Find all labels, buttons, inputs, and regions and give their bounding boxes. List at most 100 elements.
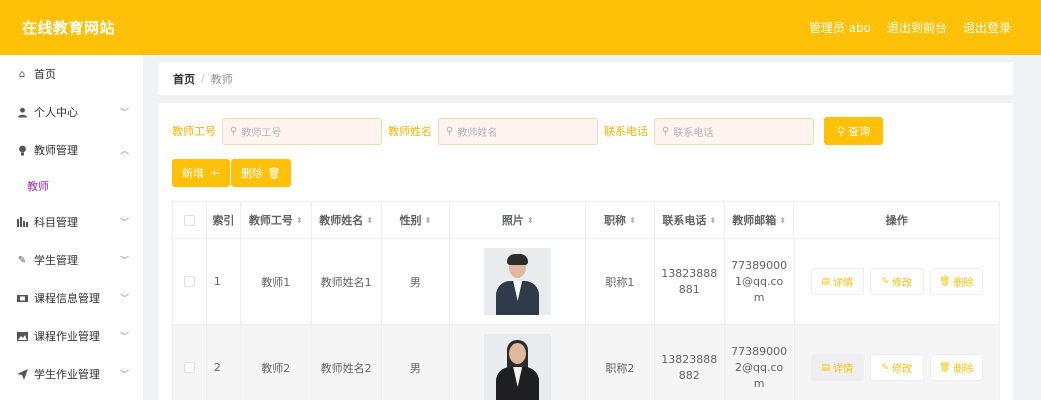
header-label: 教师邮箱 [732,214,777,227]
breadcrumb-home[interactable]: 首页 [173,71,195,87]
photo-cell [450,325,586,400]
column-header[interactable]: 照片 ⬍ [450,202,586,238]
column-header[interactable]: 性别 ⬍ [382,202,451,238]
header-label: 操作 [885,214,908,227]
logout-link[interactable]: 退出登录 [963,19,1011,36]
column-header[interactable]: 教师姓名 ⬍ [312,202,382,238]
site-brand: 在线教育网站 [22,19,116,37]
image-icon [16,330,28,342]
breadcrumb-separator: / [201,72,205,85]
row-select-cell [173,325,207,400]
document-icon: ▤ [821,362,831,373]
film-icon [16,292,28,304]
sidebar-item-label: 个人中心 [34,106,78,119]
sort-icon: ⬍ [709,215,717,225]
row-select-cell [173,239,207,324]
home-icon: ⌂ [18,68,26,80]
delete-button[interactable]: 🗑 删除 [929,354,983,381]
sort-icon: ⬍ [295,215,303,225]
sidebar-item-course-homework[interactable]: 课程作业管理 ﹀ [0,317,143,355]
breadcrumb: 首页 / 教师 [158,62,1013,95]
header-label: 教师工号 [248,214,293,227]
sidebar-item-subjects[interactable]: 科目管理 ﹀ [0,203,143,241]
search-form: 教师工号 ⚲ 教师工号 教师姓名 ⚲ 教师姓名 联系电话 ⚲ 联系电话 ⚲ 查询 [172,117,883,145]
edit-label: 修改 [892,278,913,289]
sidebar-item-course-info[interactable]: 课程信息管理 ﹀ [0,279,143,317]
phone-placeholder: 联系电话 [673,127,714,139]
phone-cell: 13823888881 [655,239,725,324]
query-button[interactable]: ⚲ 查询 [824,117,883,145]
sidebar-item-student-homework[interactable]: 学生作业管理 ﹀ [0,355,143,393]
detail-label: 详情 [833,278,854,289]
plus-icon: ＋ [209,167,220,180]
teacher-name-cell: 教师姓名1 [312,239,382,324]
back-to-front-link[interactable]: 退出到前台 [887,19,947,36]
admin-label[interactable]: 管理员 abo [809,19,871,36]
sort-icon: ⬍ [526,215,534,225]
header-label: 联系电话 [662,214,707,227]
column-header[interactable]: 教师工号 ⬍ [241,202,312,238]
trash-icon: 🗑 [267,166,281,180]
bulk-delete-button[interactable]: 删除 🗑 [231,159,291,187]
table-header: 索引 教师工号 ⬍ 教师姓名 ⬍ 性别 ⬍ 照片 ⬍ 职称 ⬍ 联系电话 ⬍ 教师邮箱 ⬍ 操… [173,202,999,239]
main-content: 首页 / 教师 教师工号 ⚲ 教师工号 教师姓名 ⚲ 教师姓名 联系电话 ⚲ 联… [158,62,1013,400]
send-icon [16,368,28,380]
action-bar: 新增 ＋ 删除 🗑 [172,159,291,187]
sort-icon: ⬍ [779,215,786,225]
detail-button[interactable]: ▤ 详情 [810,354,864,381]
edit-button[interactable]: ✎ 修改 [869,268,924,295]
edit-icon: ✎ [881,276,890,287]
sidebar-subitem-teacher[interactable]: 教师 [0,169,143,203]
pencil-icon: ✎ [17,254,27,266]
sort-icon: ⬍ [629,215,636,225]
sidebar-item-students[interactable]: ✎ 学生管理 ﹀ [0,241,143,279]
title-cell: 职称1 [586,239,655,324]
table-row[interactable]: 2 教师2 教师姓名2 男 职称2 13823888882 773890002@… [173,325,999,400]
edit-label: 修改 [892,364,913,375]
delete-label: 删除 [953,364,974,375]
row-checkbox[interactable] [183,362,195,373]
chevron-down-icon: ﹀ [119,218,129,229]
document-icon: ▤ [821,276,831,287]
index-cell: 2 [207,325,241,400]
column-header[interactable]: 职称 ⬍ [586,202,655,238]
search-icon: ⚲ [836,124,846,138]
phone-input[interactable]: ⚲ 联系电话 [654,117,814,145]
chevron-down-icon: ﹀ [119,332,129,343]
trash-icon: 🗑 [939,276,951,287]
column-header[interactable]: 联系电话 ⬍ [655,202,725,238]
sidebar-item-label: 学生作业管理 [34,368,100,381]
select-all-cell [173,202,207,238]
teacher-no-placeholder: 教师工号 [241,127,282,139]
header-label: 照片 [501,214,524,227]
teacher-photo[interactable] [484,248,552,315]
teacher-no-input[interactable]: ⚲ 教师工号 [222,117,382,145]
row-checkbox[interactable] [183,276,195,287]
column-header[interactable]: 教师邮箱 ⬍ [725,202,795,238]
teacher-name-input[interactable]: ⚲ 教师姓名 [438,117,598,145]
teacher-name-placeholder: 教师姓名 [457,127,498,139]
sidebar-item-label: 首页 [34,68,56,81]
select-all-checkbox[interactable] [183,214,195,226]
teacher-photo[interactable] [484,334,552,400]
add-button[interactable]: 新增 ＋ [172,159,230,187]
title-cell: 职称2 [586,325,655,400]
search-icon: ⚲ [662,125,670,137]
gender-cell: 男 [382,239,451,324]
chart-icon [16,216,28,228]
chevron-up-icon: ︿ [119,146,129,157]
add-button-label: 新增 [182,167,204,180]
edit-button[interactable]: ✎ 修改 [869,354,924,381]
search-icon: ⚲ [446,125,454,137]
detail-button[interactable]: ▤ 详情 [810,268,864,295]
sort-icon: ⬍ [424,215,432,225]
email-cell: 773890002@qq.com [725,325,795,400]
delete-button[interactable]: 🗑 删除 [929,268,983,295]
sidebar-item-home[interactable]: ⌂ 首页 [0,55,143,93]
sidebar-item-profile[interactable]: 个人中心 ﹀ [0,93,143,131]
sidebar-item-teachers[interactable]: 教师管理 ︿ [0,131,143,169]
sidebar-item-label: 课程信息管理 [34,292,100,305]
header-label: 职称 [604,214,627,227]
query-button-label: 查询 [848,125,871,138]
table-row[interactable]: 1 教师1 教师姓名1 男 职称1 13823888881 773890001@… [173,239,999,325]
